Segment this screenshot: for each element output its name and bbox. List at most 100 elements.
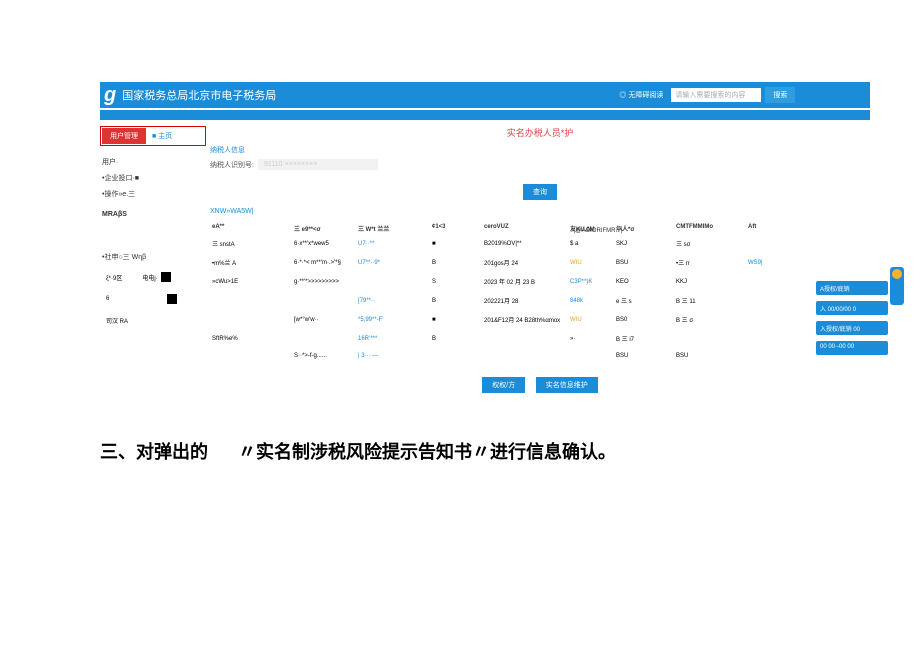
- td: »·: [568, 335, 614, 343]
- s2-mid: 电电j·: [142, 273, 157, 282]
- th: ceroVUZ: [482, 223, 568, 234]
- td: BS0: [614, 316, 674, 324]
- td: [292, 338, 356, 340]
- td: 三 snstA: [210, 238, 292, 249]
- td[interactable]: *5,99**-F': [356, 316, 430, 324]
- td: S··*>-f-g......: [292, 352, 356, 360]
- td: BSU: [614, 259, 674, 267]
- td: 6·x**'x*wew5: [292, 240, 356, 248]
- th: 尔人*σ: [614, 223, 674, 234]
- app-title: 国家税务总局北京市电子税务局: [122, 87, 276, 103]
- app-header: g 国家税务总局北京市电子税务局 ◎ 无障碍阅读 请输入需要搜索的内容 搜索 欢…: [100, 82, 870, 108]
- td: [210, 355, 292, 357]
- td: C3P**)K: [568, 278, 614, 286]
- ribbon-button[interactable]: 入 00/00/00 0: [816, 301, 888, 315]
- td: B: [430, 297, 482, 305]
- black-box-icon: [167, 294, 177, 304]
- instr-prefix: 三、对弹出的: [100, 442, 208, 462]
- tab-user-mgmt[interactable]: 用户管理: [102, 128, 146, 144]
- td: 201&F12月 24 B28th%αmox: [482, 314, 568, 325]
- td: 2023 年 02 月 23 B: [482, 276, 568, 287]
- table-header: eA** 三 e9**<σ 三 W*t 兰兰 ¢1<3 ceroVUZ 友KU.…: [210, 221, 870, 236]
- th: 三 e9**<σ: [292, 223, 356, 234]
- td[interactable]: U7**··9*: [356, 259, 430, 267]
- search-button[interactable]: 搜索: [765, 87, 795, 103]
- td: 三 sσ: [674, 238, 746, 249]
- badge-dot-icon: [892, 269, 902, 279]
- table-row: 三 snstA 6·x**'x*wew5 U7··** ■ B2019%OV|*…: [210, 234, 870, 253]
- table-row: »cWu>1E g·**'*>>>>>>>>> S 2023 年 02 月 23…: [210, 272, 870, 291]
- td: 201gos月 24: [482, 257, 568, 268]
- td: [482, 338, 568, 340]
- td: »cWu>1E: [210, 278, 292, 286]
- query-button[interactable]: 查询: [523, 184, 557, 200]
- td: [430, 355, 482, 357]
- sidebar-item[interactable]: 用户·: [100, 154, 206, 170]
- ribbon-button[interactable]: 入授权/底销 00: [816, 321, 888, 335]
- td[interactable]: U7··**: [356, 240, 430, 248]
- add-link[interactable]: XNW»WA5W|: [210, 208, 870, 215]
- tab-main[interactable]: ■ 主页: [146, 128, 178, 144]
- sidebar-item[interactable]: •企业投口·■: [100, 170, 206, 186]
- td: g·**'*>>>>>>>>>: [292, 278, 356, 286]
- sidebar: 用户管理 ■ 主页 用户· •企业投口·■ •操作»e.三 MRAβS •社申○…: [100, 126, 210, 393]
- table-row: •m%兰 A 6·*·*< m**'m·.>'*§ U7**··9* B 201…: [210, 253, 870, 272]
- td: e 三 s: [614, 295, 674, 306]
- search-input[interactable]: 请输入需要搜索的内容: [671, 88, 761, 102]
- td: B: [430, 335, 482, 343]
- td: [674, 338, 746, 340]
- td: WIU: [568, 259, 614, 267]
- td: BSU: [614, 352, 674, 360]
- td: 202221月 28: [482, 295, 568, 306]
- accessibility-badge[interactable]: ◎ 无障碍阅读: [615, 88, 667, 102]
- td: B: [430, 259, 482, 267]
- td: B2019%OV|**: [482, 240, 568, 248]
- table-row: [79**·· B 202221月 28 848k e 三 s B 三 11: [210, 291, 870, 310]
- td-op[interactable]: WS9|: [746, 259, 786, 267]
- taxpayer-row: 纳税人识别号: 91110·××××××××: [210, 159, 870, 170]
- instr-quote: 〃实名制涉税风险提示告知书〃进行信息确认。: [238, 442, 616, 462]
- footer-buttons: 权权/方 实名信息维护: [210, 374, 870, 393]
- td[interactable]: [79**··: [356, 297, 430, 305]
- black-box-icon: [161, 272, 171, 282]
- td: SftR%e%: [210, 335, 292, 343]
- td: B 三 i7: [614, 333, 674, 344]
- td: [292, 300, 356, 302]
- td: 848k: [568, 297, 614, 305]
- footer-btn-2[interactable]: 实名信息维护: [536, 377, 598, 393]
- logo-section: g 国家税务总局北京市电子税务局: [104, 84, 276, 107]
- tab-group: 用户管理 ■ 主页: [100, 126, 206, 146]
- td: [568, 355, 614, 357]
- sidebar-item[interactable]: •操作»e.三: [100, 186, 206, 202]
- ribbon-button[interactable]: 00 00·-00 00: [816, 341, 888, 355]
- welcome-text: 欢迎登录，MHMU退出: [805, 91, 866, 100]
- s2-item: ξ*·9区: [106, 273, 122, 282]
- td: B 三 11: [674, 295, 746, 306]
- th: ¢1<3: [430, 223, 482, 234]
- page-title: 实名办税人员*护: [210, 126, 870, 139]
- table-row: [w*°w'w·· *5,99**-F' ■ 201&F12月 24 B28th…: [210, 310, 870, 329]
- td: ■: [430, 240, 482, 248]
- feedback-badge[interactable]: [890, 267, 904, 305]
- td: [482, 355, 568, 357]
- td: [356, 281, 430, 283]
- th: CMTFMMIMo: [674, 223, 746, 234]
- footer-btn-1[interactable]: 权权/方: [482, 377, 525, 393]
- side-column-2: ξ*·9区电电j· 6 司汉 RA: [106, 270, 188, 327]
- sidebar-item[interactable]: MRAβS: [100, 208, 206, 221]
- td: S: [430, 278, 482, 286]
- td: WIU: [568, 316, 614, 324]
- nav-bar: [100, 110, 870, 120]
- logo-icon: g: [104, 84, 116, 107]
- instruction-text: 三、对弹出的 〃实名制涉税风险提示告知书〃进行信息确认。: [100, 438, 616, 464]
- section-label: 纳税人信息: [210, 145, 870, 155]
- th: 三 W*t 兰兰: [356, 223, 430, 234]
- sidebar-item[interactable]: •社申○三 Wηβ: [100, 249, 206, 265]
- s2-item: 司汉 RA: [106, 316, 128, 325]
- taxpayer-input[interactable]: 91110·××××××××: [258, 159, 378, 170]
- td[interactable]: 16R’***: [356, 335, 430, 343]
- td: KKJ: [674, 278, 746, 286]
- td[interactable]: | 3··· —: [356, 352, 430, 360]
- ribbon-button[interactable]: A授权/底销: [816, 281, 888, 295]
- td: [w*°w'w··: [292, 316, 356, 324]
